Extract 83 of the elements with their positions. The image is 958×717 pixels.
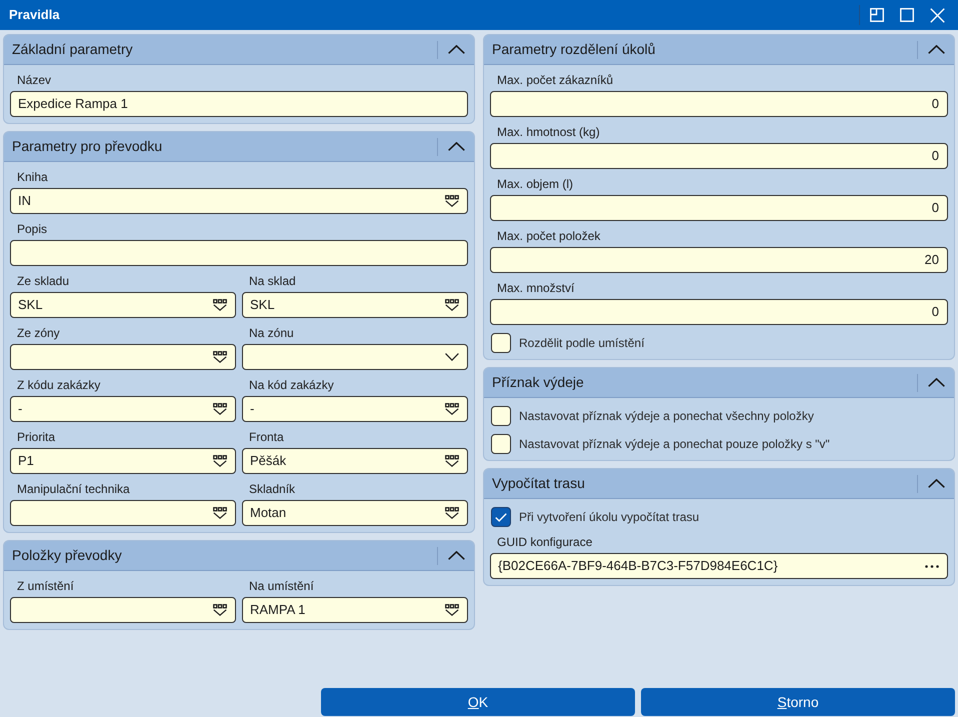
field-label: Název — [17, 73, 52, 88]
panel-title: Položky převodky — [11, 546, 122, 565]
field-label: Z kódu zakázky — [17, 378, 100, 393]
field-label: Popis — [17, 222, 48, 237]
lookup-field[interactable]: Motan — [242, 500, 468, 526]
lookup-field[interactable] — [10, 500, 236, 526]
dots-chevron-icon[interactable] — [445, 455, 459, 467]
dots-chevron-icon[interactable] — [445, 403, 459, 415]
field-label: Na sklad — [249, 274, 296, 289]
lookup-field[interactable]: SKL — [242, 292, 468, 318]
checkbox-label[interactable]: Nastavovat příznak výdeje a ponechat pouze položky s "v" — [519, 436, 830, 452]
dots-chevron-icon[interactable] — [213, 299, 227, 311]
browse-field[interactable]: {B02CE66A-7BF9-464B-B7C3-F57D984E6C1C} — [490, 553, 948, 579]
field-label: Max. hmotnost (kg) — [497, 125, 600, 140]
panel-title: Základní parametry — [11, 40, 133, 59]
text-field[interactable] — [10, 240, 468, 266]
field-label: Ze zóny — [17, 326, 60, 341]
field-label: Manipulační technika — [17, 482, 130, 497]
lookup-field[interactable]: P1 — [10, 448, 236, 474]
dots-chevron-icon[interactable] — [445, 604, 459, 616]
dots-chevron-icon[interactable] — [213, 455, 227, 467]
field-label: Max. počet položek — [497, 229, 600, 244]
panel-title: Parametry rozdělení úkolů — [491, 40, 656, 59]
panel-title: Příznak výdeje — [491, 373, 584, 392]
chevron-up-icon — [928, 45, 944, 54]
chevron-down-icon[interactable] — [445, 353, 459, 361]
field-label: Kniha — [17, 170, 48, 185]
dots-chevron-icon[interactable] — [213, 604, 227, 616]
chevron-up-icon — [928, 479, 944, 488]
dialog-button[interactable]: OK — [321, 688, 635, 716]
dots-chevron-icon[interactable] — [445, 507, 459, 519]
snap-layout-icon — [870, 8, 884, 22]
chevron-up-icon — [448, 142, 464, 151]
lookup-field[interactable]: - — [242, 396, 468, 422]
lookup-field[interactable]: Pěšák — [242, 448, 468, 474]
lookup-field[interactable]: IN — [10, 188, 468, 214]
checkbox[interactable] — [491, 406, 511, 426]
field-label: GUID konfigurace — [497, 535, 592, 550]
dropdown-field[interactable] — [242, 344, 468, 370]
dots-chevron-icon[interactable] — [213, 351, 227, 363]
checkmark-icon — [495, 512, 507, 522]
lookup-field[interactable] — [10, 597, 236, 623]
field-label: Na umístění — [249, 579, 314, 594]
checkbox-label[interactable]: Rozdělit podle umístění — [519, 336, 644, 350]
panel-title: Parametry pro převodku — [11, 137, 162, 156]
number-field[interactable]: 20 — [490, 247, 948, 273]
chevron-up-icon — [448, 551, 464, 560]
text-field[interactable]: Expedice Rampa 1 — [10, 91, 468, 117]
lookup-field[interactable] — [10, 344, 236, 370]
dots-chevron-icon[interactable] — [445, 299, 459, 311]
field-label: Fronta — [249, 430, 284, 445]
checkbox[interactable] — [491, 507, 511, 527]
checkbox-label[interactable]: Nastavovat příznak výdeje a ponechat všechny položky — [519, 408, 814, 424]
field-label: Z umístění — [17, 579, 74, 594]
close-icon — [930, 8, 944, 22]
field-label: Na zónu — [249, 326, 294, 341]
field-label: Priorita — [17, 430, 56, 445]
number-field[interactable]: 0 — [490, 143, 948, 169]
field-label: Na kód zakázky — [249, 378, 334, 393]
dots-chevron-icon[interactable] — [445, 195, 459, 207]
field-label: Max. počet zákazníků — [497, 73, 614, 88]
chevron-up-icon — [928, 378, 944, 387]
panel-title: Vypočítat trasu — [491, 474, 585, 493]
dots-chevron-icon[interactable] — [213, 507, 227, 519]
number-field[interactable]: 0 — [490, 195, 948, 221]
number-field[interactable]: 0 — [490, 299, 948, 325]
field-label: Max. množství — [497, 281, 574, 296]
field-label: Max. objem (l) — [497, 177, 574, 192]
lookup-field[interactable]: SKL — [10, 292, 236, 318]
maximize-icon — [900, 8, 914, 22]
field-label: Ze skladu — [17, 274, 70, 289]
lookup-field[interactable]: - — [10, 396, 236, 422]
dialog-button[interactable]: Storno — [641, 688, 955, 716]
window-title: Pravidla — [8, 6, 60, 24]
chevron-up-icon — [448, 45, 464, 54]
number-field[interactable]: 0 — [490, 91, 948, 117]
checkbox[interactable] — [491, 333, 511, 353]
lookup-field[interactable]: RAMPA 1 — [242, 597, 468, 623]
dots-chevron-icon[interactable] — [213, 403, 227, 415]
field-label: Skladník — [249, 482, 296, 497]
checkbox-label[interactable]: Při vytvoření úkolu vypočítat trasu — [519, 510, 700, 524]
checkbox[interactable] — [491, 434, 511, 454]
ellipsis-icon[interactable] — [925, 564, 939, 568]
